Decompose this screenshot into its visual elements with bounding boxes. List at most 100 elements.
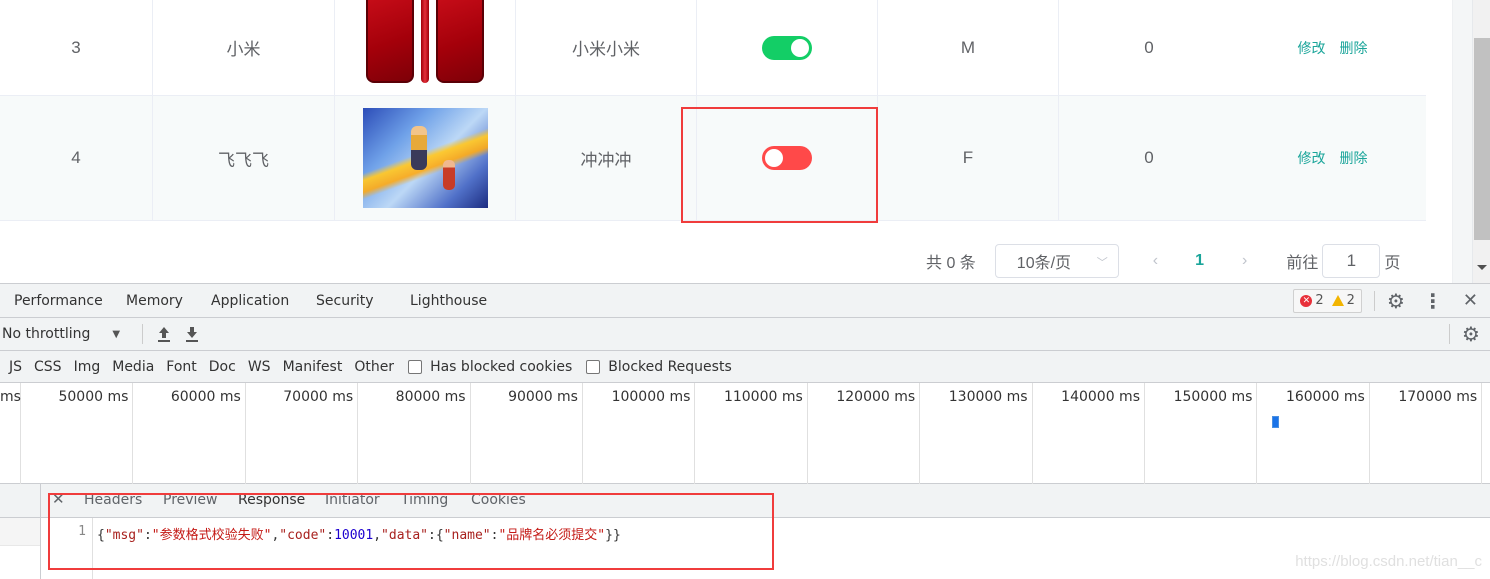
pagination-total: 共 0 条 (926, 254, 976, 272)
network-settings-gear-icon[interactable]: ⚙ (1462, 324, 1480, 344)
page-size-value: 10条/页 (1016, 254, 1072, 272)
cell-description: 冲冲冲 (516, 96, 697, 220)
cell-logo (335, 96, 516, 220)
tab-lighthouse[interactable]: Lighthouse (410, 293, 487, 309)
tab-timing[interactable]: Timing (401, 492, 448, 508)
cell-actions: 修改 删除 (1239, 0, 1426, 95)
next-page-button[interactable]: › (1242, 252, 1247, 270)
tab-performance[interactable]: Performance (14, 293, 103, 309)
status-toggle[interactable] (762, 146, 812, 170)
cell-description: 小米小米 (516, 0, 697, 95)
json-key: "data" (381, 528, 429, 543)
request-list (0, 484, 41, 579)
tab-preview[interactable]: Preview (163, 492, 218, 508)
error-count: 2 (1315, 293, 1324, 308)
response-body[interactable]: 1 {"msg":"参数格式校验失败","code":10001,"data":… (41, 518, 1490, 579)
chevron-down-icon: ﹀ (1096, 256, 1108, 269)
dropdown-arrow-icon[interactable]: ▼ (112, 329, 120, 340)
blocked-requests-checkbox[interactable] (586, 359, 601, 374)
filter-doc[interactable]: Doc (209, 359, 236, 375)
timeline-tick-label: ms (0, 383, 21, 484)
json-string: "品牌名必须提交" (498, 528, 606, 543)
network-overview-timeline[interactable]: ms 50000 ms 60000 ms 70000 ms 80000 ms 90000 … (0, 383, 1490, 484)
page-number-current[interactable]: 1 (1195, 252, 1204, 270)
tab-cookies[interactable]: Cookies (471, 492, 526, 508)
cell-actions: 修改 删除 (1239, 96, 1426, 220)
close-details-icon[interactable]: ✕ (52, 490, 65, 508)
network-toolbar: No throttling ▼ ⚙ (0, 318, 1490, 351)
game-art-thumbnail (362, 108, 488, 208)
edit-link[interactable]: 修改 (1298, 148, 1326, 168)
filter-img[interactable]: Img (74, 359, 101, 375)
resource-type-filter-bar: JS CSS Img Media Font Doc WS Manifest Ot… (0, 351, 1490, 383)
network-details: ✕ Headers Preview Response Initiator Tim… (0, 484, 1490, 579)
blocked-requests-label: Blocked Requests (608, 358, 732, 375)
scroll-down-arrow-icon[interactable] (1477, 265, 1487, 270)
filter-js[interactable]: JS (9, 359, 22, 375)
json-key: "name" (443, 528, 491, 543)
json-key: "msg" (104, 528, 144, 543)
settings-gear-icon[interactable]: ⚙ (1387, 291, 1405, 311)
timeline-tick-label: 60000 ms (133, 383, 246, 484)
request-detail-tabs: ✕ Headers Preview Response Initiator Tim… (41, 484, 1490, 520)
has-blocked-cookies-checkbox[interactable] (408, 359, 423, 374)
cell-first-letter: F (878, 96, 1059, 220)
request-row[interactable] (0, 518, 40, 546)
json-key: "code" (279, 528, 327, 543)
page-scrollbar[interactable] (1472, 0, 1490, 283)
table-row: 3 小米 小米小米 M 0 修改 删除 (0, 0, 1426, 96)
pagination: 共 0 条 10条/页 ﹀ ‹ 1 › 前往 页 (926, 243, 1400, 278)
tab-response[interactable]: Response (225, 492, 318, 520)
red-phone-thumbnail (365, 0, 485, 84)
tab-security[interactable]: Security (316, 293, 374, 309)
issues-counter[interactable]: ✕ 2 2 (1293, 288, 1362, 313)
close-devtools-icon[interactable]: ✕ (1463, 290, 1478, 311)
filter-manifest[interactable]: Manifest (283, 359, 343, 375)
cell-sort: 0 (1144, 148, 1154, 167)
tab-initiator[interactable]: Initiator (325, 492, 380, 508)
cell-logo (335, 0, 516, 95)
page-size-select[interactable]: 10条/页 ﹀ (994, 243, 1119, 278)
timeline-tick-label: 90000 ms (471, 383, 583, 484)
cell-first-letter: M (878, 0, 1059, 95)
table-row: 4 飞飞飞 冲冲冲 F 0 修改 删除 (0, 96, 1426, 221)
request-row[interactable] (0, 546, 40, 579)
devtools-actions: ✕ 2 2 ⚙ ⋮ ✕ (1293, 284, 1490, 317)
import-har-icon[interactable] (157, 325, 171, 343)
tab-headers[interactable]: Headers (84, 492, 142, 508)
cell-sort: 0 (1144, 37, 1154, 57)
status-toggle[interactable] (762, 35, 812, 60)
timeline-tick-label: 70000 ms (246, 383, 359, 484)
goto-page-input[interactable] (1322, 243, 1381, 278)
tab-application[interactable]: Application (211, 293, 289, 309)
request-timeline-marker[interactable] (1272, 416, 1279, 428)
json-number: 10001 (334, 528, 374, 543)
watermark: https://blog.csdn.net/tian__c (1295, 553, 1482, 570)
timeline-tick-label: 50000 ms (21, 383, 134, 484)
export-har-icon[interactable] (185, 325, 199, 343)
response-json: {"msg":"参数格式校验失败","code":10001,"data":{"… (97, 528, 621, 543)
cell-status (697, 0, 878, 95)
error-icon: ✕ (1300, 294, 1313, 307)
devtools-panel: Performance Memory Application Security … (0, 283, 1490, 579)
prev-page-button[interactable]: ‹ (1153, 252, 1158, 270)
scrollbar-thumb[interactable] (1474, 38, 1490, 240)
filter-other[interactable]: Other (354, 359, 394, 375)
delete-link[interactable]: 删除 (1340, 38, 1368, 58)
throttling-select[interactable]: No throttling (2, 326, 90, 342)
json-string: "参数格式校验失败" (151, 528, 272, 543)
has-blocked-cookies-label: Has blocked cookies (430, 358, 573, 375)
filter-ws[interactable]: WS (248, 359, 271, 375)
edit-link[interactable]: 修改 (1298, 38, 1326, 58)
filter-media[interactable]: Media (112, 359, 154, 375)
filter-font[interactable]: Font (166, 359, 196, 375)
cell-id: 3 (0, 0, 153, 95)
delete-link[interactable]: 删除 (1340, 148, 1368, 168)
tab-memory[interactable]: Memory (126, 293, 183, 309)
timeline-tick-label: 150000 ms (1145, 383, 1258, 484)
devtools-tab-bar: Performance Memory Application Security … (0, 284, 1490, 318)
filter-css[interactable]: CSS (34, 359, 62, 375)
more-options-icon[interactable]: ⋮ (1423, 291, 1443, 311)
table-fixed-column-shadow (1452, 0, 1472, 283)
cell-status (697, 96, 878, 220)
